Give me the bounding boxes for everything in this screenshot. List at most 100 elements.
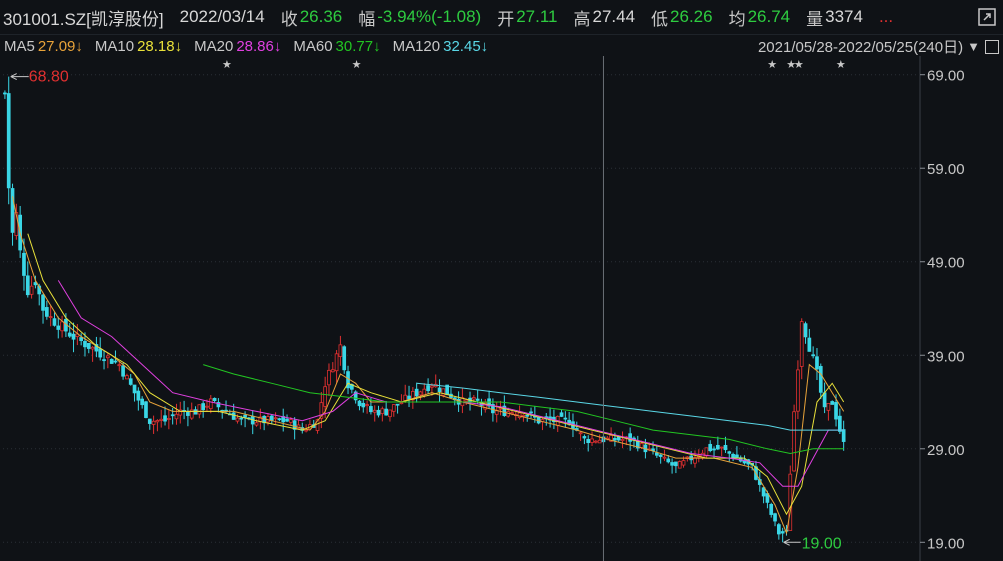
candle: [708, 440, 713, 453]
candle: [166, 410, 171, 430]
annotations: ★ ★ ★ ★★ ★68.8019.00: [10, 56, 846, 561]
candle-body: [670, 462, 674, 466]
dropdown-triangle-icon[interactable]: ▼: [967, 39, 980, 54]
candle: [395, 403, 400, 414]
ma-line-ma5: [12, 196, 845, 535]
candle: [799, 318, 804, 380]
change-value: -3.94%(-1.08): [377, 7, 482, 26]
kline-chart[interactable]: 69.0059.0049.0039.0029.0019.00 ★ ★ ★ ★★ ★68.…: [0, 56, 1003, 561]
candle-body: [243, 414, 247, 418]
candle-body: [792, 411, 796, 472]
candle-body: [471, 397, 476, 400]
candle: [761, 486, 766, 504]
candle: [6, 76, 11, 205]
price-axis: 69.00 59.00 49.00 39.00 29.00 19.00: [920, 68, 965, 552]
candle-body: [334, 353, 339, 372]
y-tick-label: 49.00: [927, 255, 965, 272]
candle-body: [285, 418, 289, 422]
ma-line-ma20: [57, 280, 844, 487]
candle: [334, 350, 339, 383]
high-label: 高: [573, 9, 591, 29]
candle: [792, 404, 796, 472]
candle: [513, 411, 518, 421]
date-range[interactable]: 2021/05/28-2022/05/25(240日) ▼: [758, 36, 999, 57]
candle-body: [590, 438, 594, 443]
candle-body: [384, 408, 389, 416]
candle-body: [620, 438, 625, 442]
event-star-icon[interactable]: ★: [352, 59, 362, 71]
candle-body: [205, 405, 209, 408]
candle: [460, 387, 465, 414]
candle-body: [117, 364, 122, 367]
stock-code[interactable]: 301001.SZ[凯淳股份]: [3, 5, 164, 30]
candle: [193, 406, 198, 415]
candle-body: [666, 458, 671, 463]
candle-body: [327, 369, 331, 386]
candle: [674, 461, 678, 474]
candle: [731, 452, 735, 462]
avg-label: 均: [728, 9, 746, 29]
candle: [163, 406, 167, 426]
candle-body: [98, 348, 103, 358]
candle-body: [166, 418, 171, 420]
candle: [830, 400, 835, 405]
candle: [559, 410, 564, 418]
candle-body: [25, 275, 30, 296]
candle: [327, 363, 331, 396]
candle: [590, 431, 594, 446]
candle: [754, 460, 758, 481]
event-star-icon[interactable]: ★: [222, 59, 232, 71]
candle-body: [395, 403, 400, 406]
candle: [136, 387, 141, 411]
ma10-label: MA10: [94, 37, 135, 55]
candle: [788, 465, 793, 531]
candle: [90, 346, 95, 362]
candle-body: [342, 346, 347, 371]
candle-body: [658, 454, 663, 457]
low-label: 低: [651, 9, 669, 29]
event-star-icon[interactable]: ★: [767, 59, 777, 71]
candle-body: [822, 392, 827, 408]
candle-body: [582, 436, 587, 439]
candle-body: [109, 358, 114, 364]
candle-body: [197, 404, 202, 415]
ma60-value: 30.77↓: [335, 37, 381, 55]
candle: [155, 419, 160, 432]
candle-body: [761, 487, 766, 497]
event-star-icon[interactable]: ★: [836, 59, 846, 71]
square-toggle-icon[interactable]: [985, 39, 999, 54]
ma5-label: MA5: [4, 37, 35, 55]
candle: [727, 450, 732, 462]
candle-body: [361, 402, 366, 408]
quote-header: 301001.SZ[凯淳股份] 2022/03/14 收 26.36 幅 -3.…: [0, 0, 1003, 34]
candle: [67, 322, 72, 338]
expand-icon[interactable]: [978, 8, 996, 26]
close-label: 收: [280, 9, 298, 29]
candle: [338, 335, 343, 366]
candle: [182, 400, 186, 420]
candle-body: [727, 451, 732, 454]
more-button[interactable]: ...: [879, 7, 893, 27]
candle-body: [769, 504, 774, 515]
candle-body: [529, 411, 533, 414]
candle-body: [654, 452, 659, 456]
candle: [48, 305, 53, 327]
candle-body: [208, 398, 213, 410]
change-label: 幅: [358, 9, 376, 29]
candle: [372, 405, 377, 422]
candle: [109, 358, 114, 364]
candle: [841, 420, 846, 451]
candle-body: [44, 307, 49, 317]
avg-value: 26.74: [747, 7, 791, 26]
candle-body: [86, 342, 91, 349]
candle-body: [29, 285, 34, 295]
candle: [29, 275, 34, 299]
candle: [738, 455, 743, 463]
candle-body: [147, 418, 152, 424]
candle-body: [155, 420, 160, 423]
candle: [52, 312, 57, 327]
candle-body: [837, 415, 842, 432]
event-star-icon[interactable]: ★: [794, 59, 804, 71]
candle-body: [414, 388, 419, 397]
date-range-text[interactable]: 2021/05/28-2022/05/25(240日): [758, 36, 963, 57]
